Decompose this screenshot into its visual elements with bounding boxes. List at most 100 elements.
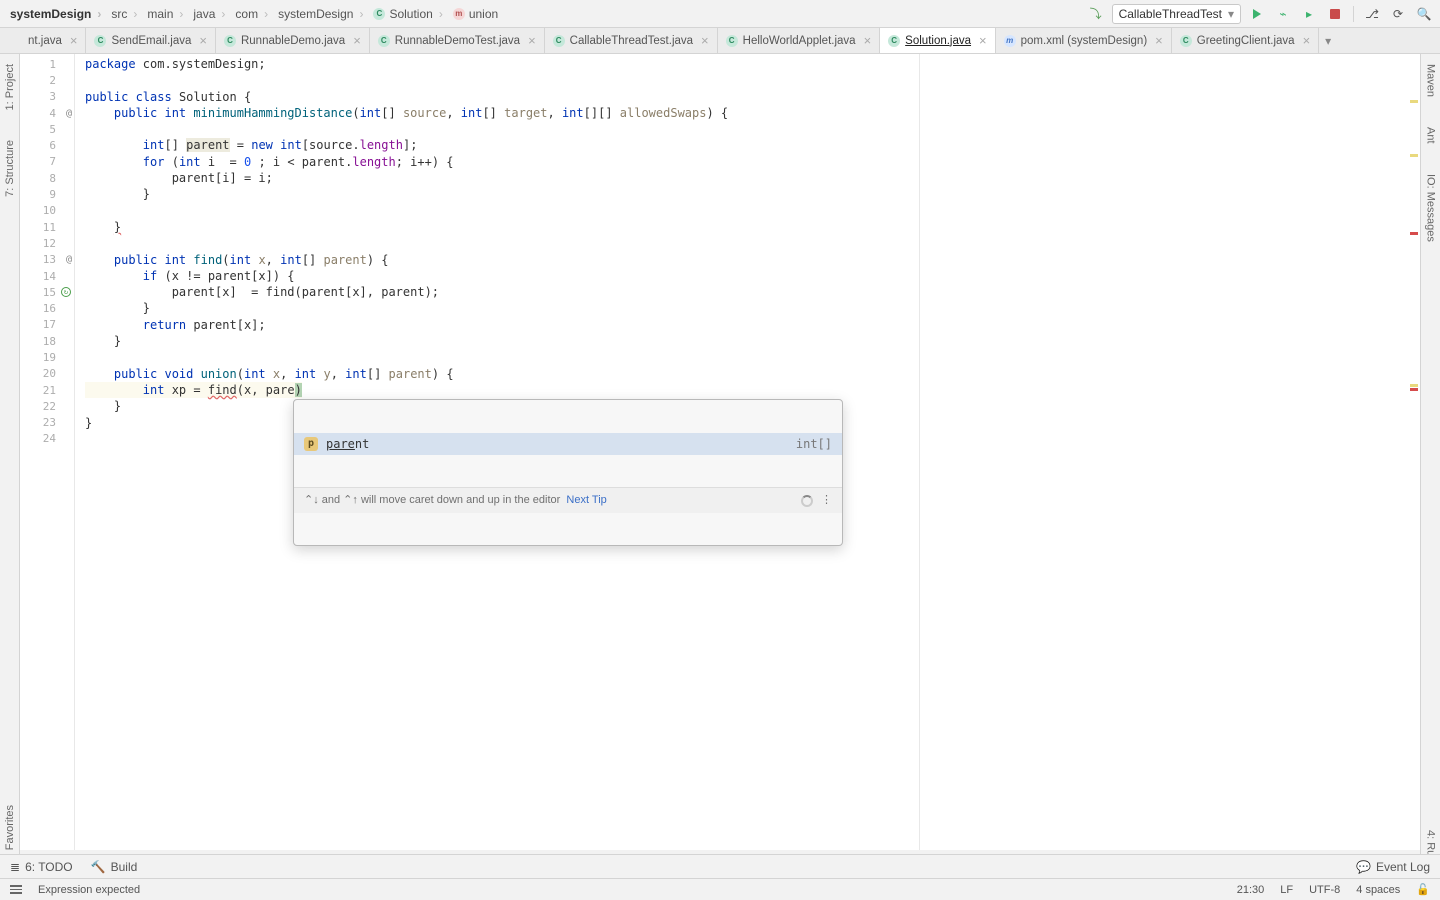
update-button[interactable]: ⟳ bbox=[1388, 4, 1408, 24]
messages-tool-button[interactable]: IO: Messages bbox=[1425, 174, 1437, 242]
class-icon: C bbox=[224, 35, 236, 47]
line-number: 3 bbox=[20, 89, 74, 105]
tab[interactable]: CSendEmail.java× bbox=[86, 28, 216, 53]
line-number: 17 bbox=[20, 317, 74, 333]
spinner-icon bbox=[801, 495, 813, 507]
debug-button[interactable]: ⌁ bbox=[1273, 4, 1293, 24]
tab[interactable]: CGreetingClient.java× bbox=[1172, 28, 1319, 53]
line-number: 21 bbox=[20, 382, 74, 398]
file-encoding[interactable]: UTF-8 bbox=[1309, 884, 1340, 896]
close-icon[interactable]: × bbox=[353, 33, 361, 48]
tab[interactable]: CCallableThreadTest.java× bbox=[545, 28, 718, 53]
close-icon[interactable]: × bbox=[701, 33, 709, 48]
line-number: 11 bbox=[20, 219, 74, 235]
line-number: 1 bbox=[20, 56, 74, 72]
crumb[interactable]: systemDesign› bbox=[274, 6, 367, 22]
tab[interactable]: nt.java× bbox=[20, 28, 86, 53]
status-message: Expression expected bbox=[38, 884, 140, 896]
line-number: 7 bbox=[20, 154, 74, 170]
run-config-selector[interactable]: CallableThreadTest ▾ bbox=[1112, 4, 1241, 24]
crumb[interactable]: src› bbox=[107, 6, 141, 22]
method-icon: m bbox=[453, 8, 465, 20]
crumb[interactable]: munion bbox=[449, 6, 502, 22]
crumb[interactable]: main› bbox=[143, 6, 187, 22]
vcs-button[interactable]: ⎇ bbox=[1362, 4, 1382, 24]
close-icon[interactable]: × bbox=[1155, 33, 1163, 48]
tab[interactable]: pom.xml (systemDesign)× bbox=[996, 28, 1172, 53]
caret-position[interactable]: 21:30 bbox=[1237, 884, 1265, 896]
tab[interactable]: CRunnableDemo.java× bbox=[216, 28, 370, 53]
override-icon[interactable]: @ bbox=[66, 108, 72, 119]
line-number: 8 bbox=[20, 170, 74, 186]
line-number: 14 bbox=[20, 268, 74, 284]
line-number: 22 bbox=[20, 398, 74, 414]
class-icon: C bbox=[553, 35, 565, 47]
code-area[interactable]: package com.systemDesign; public class S… bbox=[75, 54, 1420, 850]
editor-splitter[interactable] bbox=[919, 54, 920, 850]
lock-icon[interactable]: 🔓 bbox=[1416, 883, 1430, 896]
todo-tool-button[interactable]: ≣6: TODO bbox=[10, 860, 73, 874]
crumb[interactable]: com› bbox=[231, 6, 272, 22]
line-number: 10 bbox=[20, 203, 74, 219]
class-icon: C bbox=[373, 8, 385, 20]
line-number: 5 bbox=[20, 121, 74, 137]
navigation-bar: systemDesign› src› main› java› com› syst… bbox=[0, 0, 1440, 28]
line-number: 13@ bbox=[20, 252, 74, 268]
more-icon[interactable]: ⋮ bbox=[821, 492, 832, 508]
class-icon: C bbox=[1180, 35, 1192, 47]
left-tool-stripe: 1: Project 7: Structure 2: Favorites bbox=[0, 54, 20, 872]
close-icon[interactable]: × bbox=[70, 33, 78, 48]
class-icon: C bbox=[726, 35, 738, 47]
bottom-tool-stripe: ≣6: TODO 🔨Build 💬Event Log bbox=[0, 854, 1440, 878]
coverage-button[interactable]: ▸ bbox=[1299, 4, 1319, 24]
line-number: 9 bbox=[20, 186, 74, 202]
close-icon[interactable]: × bbox=[199, 33, 207, 48]
parameter-icon: p bbox=[304, 437, 318, 451]
tab-active[interactable]: CSolution.java× bbox=[880, 28, 995, 53]
maven-icon bbox=[1004, 35, 1016, 47]
indent-setting[interactable]: 4 spaces bbox=[1356, 884, 1400, 896]
tab[interactable]: CHelloWorldApplet.java× bbox=[718, 28, 881, 53]
close-icon[interactable]: × bbox=[864, 33, 872, 48]
line-number: 19 bbox=[20, 349, 74, 365]
line-number: 4@ bbox=[20, 105, 74, 121]
class-icon: C bbox=[888, 35, 900, 47]
completion-type: int[] bbox=[796, 436, 832, 452]
line-number: 20 bbox=[20, 366, 74, 382]
build-tool-button[interactable]: 🔨Build bbox=[91, 860, 138, 874]
completion-footer: ⌃↓ and ⌃↑ will move caret down and up in… bbox=[294, 487, 842, 512]
line-separator[interactable]: LF bbox=[1280, 884, 1293, 896]
crumb[interactable]: java› bbox=[189, 6, 229, 22]
breadcrumbs: systemDesign› src› main› java› com› syst… bbox=[6, 6, 502, 22]
tab-overflow-button[interactable]: ▾ bbox=[1325, 28, 1331, 53]
close-icon[interactable]: × bbox=[979, 33, 987, 48]
line-number: 23 bbox=[20, 415, 74, 431]
next-tip-link[interactable]: Next Tip bbox=[566, 494, 606, 506]
stop-button[interactable] bbox=[1325, 4, 1345, 24]
line-number: 15↻ bbox=[20, 284, 74, 300]
completion-item[interactable]: p parent int[] bbox=[294, 433, 842, 455]
error-stripe[interactable] bbox=[1406, 54, 1418, 850]
close-icon[interactable]: × bbox=[528, 33, 536, 48]
line-number: 18 bbox=[20, 333, 74, 349]
line-number: 12 bbox=[20, 235, 74, 251]
line-number: 24 bbox=[20, 431, 74, 447]
build-icon[interactable]: ⤵ bbox=[1086, 4, 1106, 24]
line-number: 16 bbox=[20, 300, 74, 316]
recursive-icon[interactable]: ↻ bbox=[61, 287, 71, 297]
editor-tabs: nt.java× CSendEmail.java× CRunnableDemo.… bbox=[0, 28, 1440, 54]
search-everywhere-button[interactable]: 🔍 bbox=[1414, 4, 1434, 24]
class-icon: C bbox=[378, 35, 390, 47]
project-tool-button[interactable]: 1: Project bbox=[4, 64, 16, 110]
tool-window-toggle[interactable] bbox=[10, 885, 22, 894]
completion-popup: p parent int[] ⌃↓ and ⌃↑ will move caret… bbox=[293, 399, 843, 546]
override-icon[interactable]: @ bbox=[66, 254, 72, 265]
crumb[interactable]: CSolution› bbox=[369, 6, 446, 22]
run-button[interactable] bbox=[1247, 4, 1267, 24]
structure-tool-button[interactable]: 7: Structure bbox=[4, 140, 16, 197]
tab[interactable]: CRunnableDemoTest.java× bbox=[370, 28, 545, 53]
event-log-button[interactable]: 💬Event Log bbox=[1356, 860, 1430, 874]
crumb[interactable]: systemDesign› bbox=[6, 6, 105, 22]
editor[interactable]: 1 2 3 4@ 5 6 7 8 9 10 11 12 13@ 14 15↻ 1… bbox=[20, 54, 1420, 850]
close-icon[interactable]: × bbox=[1303, 33, 1311, 48]
